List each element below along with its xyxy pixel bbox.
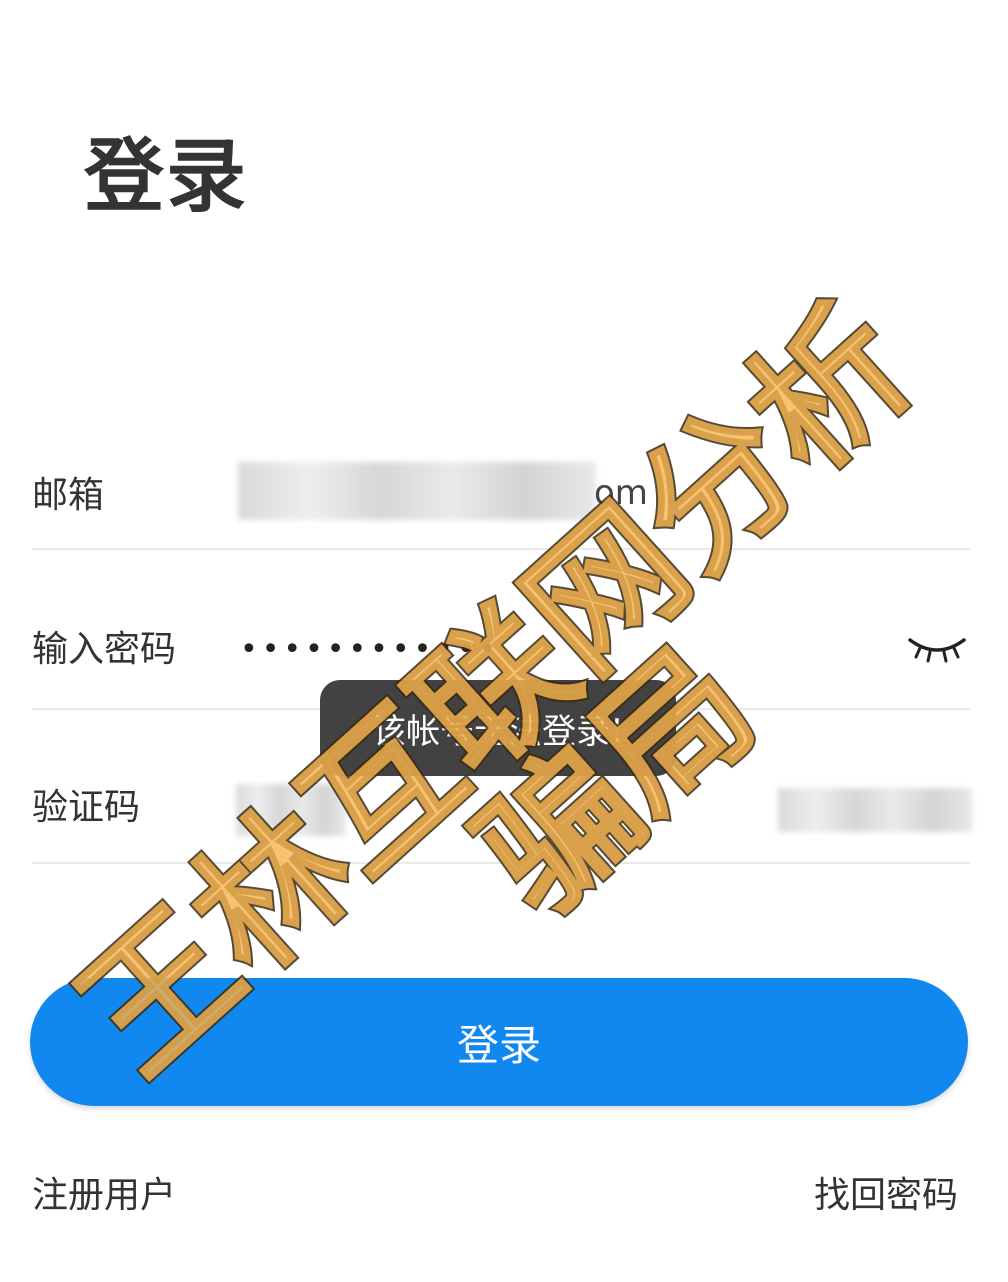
error-toast-message: 该帐号无法登录! [372,711,624,752]
page-title: 登录 [84,130,248,223]
captcha-divider [32,862,970,864]
login-button[interactable]: 登录 [30,978,968,1106]
captcha-field-redacted[interactable] [236,784,346,836]
captcha-label: 验证码 [32,787,141,828]
password-field[interactable]: •••••••••••• [240,633,500,667]
register-link[interactable]: 注册用户 [32,1166,176,1218]
email-label: 邮箱 [32,475,105,516]
email-visible-suffix: om [594,473,648,513]
email-divider [32,548,970,550]
eye-closed-icon[interactable] [906,626,968,666]
email-field-redacted[interactable] [238,462,596,520]
forgot-password-link[interactable]: 找回密码 [814,1166,958,1218]
captcha-image-redacted[interactable] [778,788,972,832]
error-toast: 该帐号无法登录! [320,680,676,776]
password-label: 输入密码 [32,629,177,670]
